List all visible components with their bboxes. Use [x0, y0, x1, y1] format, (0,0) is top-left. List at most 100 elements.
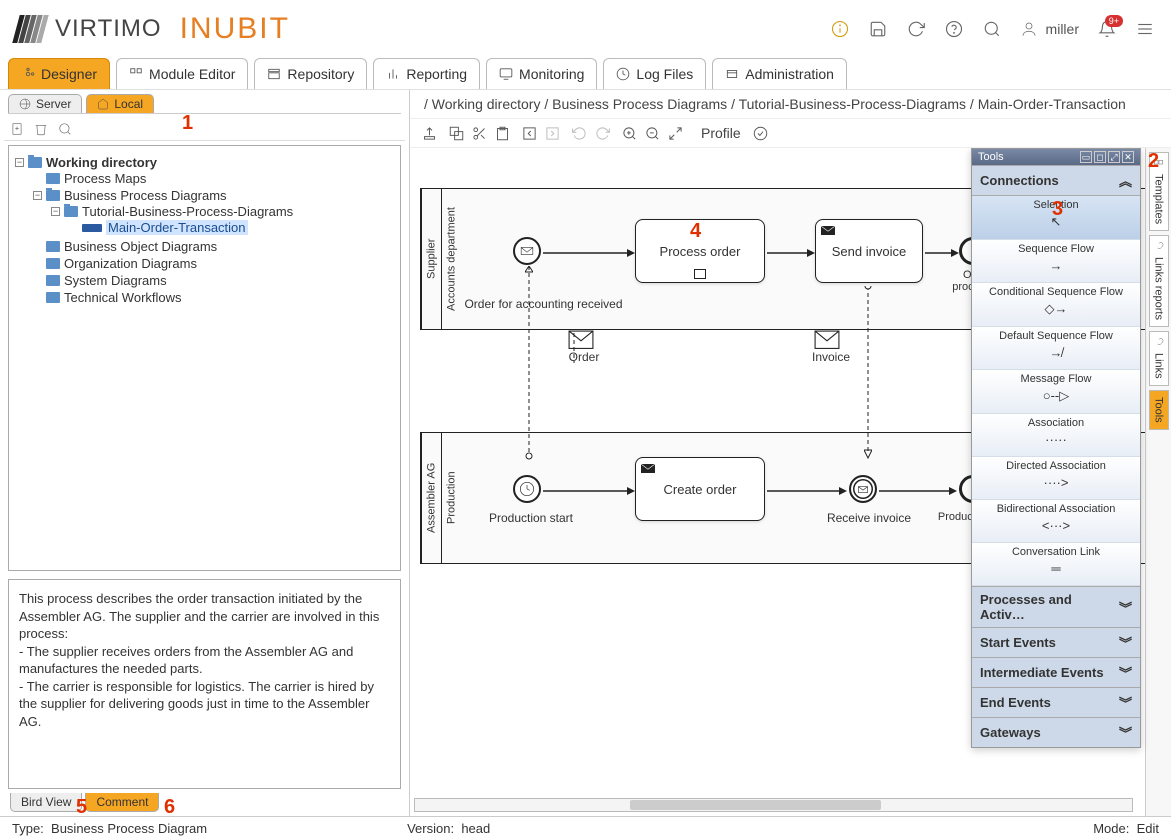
callout-1: 1 — [182, 112, 193, 135]
tree-bpd[interactable]: Business Process Diagrams — [64, 188, 227, 203]
tree-org[interactable]: Organization Diagrams — [64, 256, 197, 271]
section-processes[interactable]: Processes and Activ…︾ — [972, 586, 1140, 627]
tool-default-flow[interactable]: Default Sequence Flow↛ — [972, 327, 1140, 370]
tool-bidir-assoc[interactable]: Bidirectional Association<···> — [972, 500, 1140, 543]
task-send-invoice[interactable]: Send invoice — [815, 219, 923, 283]
paste-icon[interactable] — [495, 126, 510, 141]
tab-monitoring[interactable]: Monitoring — [486, 58, 597, 89]
status-type-label: Type: — [12, 821, 44, 836]
folder-icon — [46, 241, 60, 252]
chevron-down-icon: ︾ — [1119, 633, 1132, 652]
bell-icon[interactable]: 9+ — [1097, 19, 1117, 39]
breadcrumb: / Working directory / Business Process D… — [410, 90, 1171, 119]
tool-directed-assoc[interactable]: Directed Association····> — [972, 457, 1140, 500]
tab-repository[interactable]: Repository — [254, 58, 367, 89]
callout-5: 5 — [76, 796, 87, 819]
directory-tree[interactable]: −Working directory Process Maps −Busines… — [8, 145, 401, 571]
search-tree-icon[interactable] — [58, 122, 72, 136]
tree-root[interactable]: Working directory — [46, 155, 157, 170]
tool-message-flow[interactable]: Message Flow○--▷ — [972, 370, 1140, 414]
dock-tools[interactable]: Tools — [1149, 390, 1169, 430]
upload-icon[interactable] — [422, 126, 437, 141]
msg-invoice-label: Invoice — [804, 350, 858, 364]
section-end-events[interactable]: End Events︾ — [972, 687, 1140, 717]
tool-sequence-flow[interactable]: Sequence Flow→ — [972, 240, 1140, 283]
tab-administration[interactable]: Administration — [712, 58, 847, 89]
dock-links[interactable]: Links — [1149, 331, 1169, 386]
tools-max-icon[interactable]: ◻ — [1094, 151, 1106, 163]
callout-6: 6 — [164, 796, 175, 819]
save-icon[interactable] — [868, 19, 888, 39]
tab-server[interactable]: Server — [8, 94, 82, 113]
folder-icon — [46, 258, 60, 269]
brand-company: VIRTIMO — [55, 15, 162, 43]
menu-icon[interactable] — [1135, 19, 1155, 39]
undo-icon[interactable] — [572, 126, 587, 141]
event-order-received[interactable] — [513, 237, 541, 265]
zoom-in-icon[interactable] — [622, 126, 637, 141]
tab-log-files[interactable]: Log Files — [603, 58, 706, 89]
label-order-received: Order for accounting received — [461, 297, 626, 311]
tools-min-icon[interactable]: ▭ — [1080, 151, 1092, 163]
zoom-out-icon[interactable] — [645, 126, 660, 141]
event-receive-invoice[interactable] — [849, 475, 877, 503]
section-gateways[interactable]: Gateways︾ — [972, 717, 1140, 747]
tab-comment[interactable]: Comment — [85, 793, 159, 812]
username: miller — [1046, 21, 1079, 37]
tool-conditional-flow[interactable]: Conditional Sequence Flow◇→ — [972, 283, 1140, 327]
tools-titlebar[interactable]: Tools ▭ ◻ ⤢ ✕ — [972, 149, 1140, 165]
section-connections[interactable]: Connections︽ — [972, 165, 1140, 196]
new-icon[interactable] — [10, 122, 24, 136]
help-icon[interactable] — [944, 19, 964, 39]
tab-module-editor[interactable]: Module Editor — [116, 58, 248, 89]
copy-icon[interactable] — [449, 126, 464, 141]
dock-links-reports[interactable]: Links reports — [1149, 235, 1169, 327]
info-icon[interactable] — [830, 19, 850, 39]
user-info[interactable]: miller — [1020, 20, 1079, 38]
tool-conversation-link[interactable]: Conversation Link═ — [972, 543, 1140, 586]
tools-close-icon[interactable]: ✕ — [1122, 151, 1134, 163]
profile-label[interactable]: Profile — [701, 125, 741, 141]
callout-3: 3 — [1052, 198, 1063, 221]
tree-process-maps[interactable]: Process Maps — [64, 171, 146, 186]
status-type: Business Process Diagram — [51, 821, 207, 836]
status-bar: Type: Business Process Diagram Version: … — [0, 816, 1171, 840]
cut-icon[interactable] — [472, 126, 487, 141]
chevron-up-icon: ︽ — [1119, 171, 1132, 190]
tool-association[interactable]: Association····· — [972, 414, 1140, 457]
tab-designer[interactable]: Designer — [8, 58, 110, 89]
zoom-fit-icon[interactable] — [668, 126, 683, 141]
refresh-icon[interactable] — [906, 19, 926, 39]
logo: VIRTIMO INUBIT — [16, 12, 290, 46]
lane-accounts: Accounts department — [441, 189, 461, 329]
prev-icon[interactable] — [522, 126, 537, 141]
app-header: VIRTIMO INUBIT miller 9+ — [0, 0, 1171, 58]
chevron-down-icon: ︾ — [1119, 693, 1132, 712]
callout-4: 4 — [690, 220, 701, 243]
chevron-down-icon: ︾ — [1119, 723, 1132, 742]
h-scrollbar[interactable] — [414, 798, 1133, 812]
tab-reporting[interactable]: Reporting — [373, 58, 480, 89]
tree-tech[interactable]: Technical Workflows — [64, 290, 182, 305]
tools-pin-icon[interactable]: ⤢ — [1108, 151, 1120, 163]
callout-2: 2 — [1148, 150, 1159, 173]
tree-sys[interactable]: System Diagrams — [64, 273, 167, 288]
tools-panel[interactable]: Tools ▭ ◻ ⤢ ✕ Connections︽ Selection↖ Se… — [971, 148, 1141, 748]
tab-local[interactable]: Local — [86, 94, 154, 113]
comment-p1: This process describes the order transac… — [19, 590, 390, 643]
tree-tutorial[interactable]: Tutorial-Business-Process-Diagrams — [82, 204, 293, 219]
section-intermediate-events[interactable]: Intermediate Events︾ — [972, 657, 1140, 687]
delete-icon[interactable] — [34, 122, 48, 136]
task-create-order[interactable]: Create order — [635, 457, 765, 521]
next-icon[interactable] — [545, 126, 560, 141]
search-icon[interactable] — [982, 19, 1002, 39]
check-icon[interactable] — [753, 126, 768, 141]
tree-bod[interactable]: Business Object Diagrams — [64, 239, 217, 254]
left-panel: Server Local −Working directory Process … — [0, 90, 410, 816]
comment-p2: - The supplier receives orders from the … — [19, 643, 390, 678]
section-start-events[interactable]: Start Events︾ — [972, 627, 1140, 657]
msg-invoice-icon[interactable] — [814, 330, 840, 348]
tab-bird-view[interactable]: Bird View — [10, 793, 82, 812]
tree-main-order[interactable]: Main-Order-Transaction — [106, 220, 248, 235]
redo-icon[interactable] — [595, 126, 610, 141]
